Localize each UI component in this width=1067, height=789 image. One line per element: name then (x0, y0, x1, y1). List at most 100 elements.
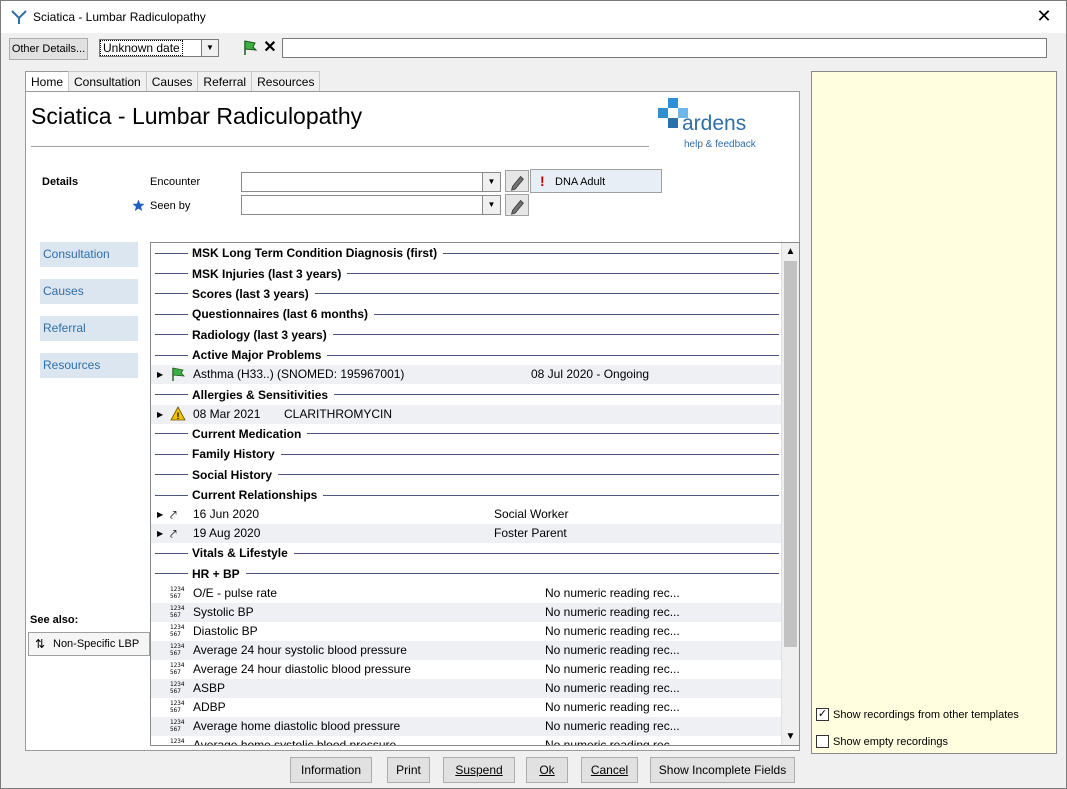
chevron-down-icon[interactable]: ▼ (482, 173, 500, 191)
ardens-logo[interactable]: ardens help & feedback (658, 98, 768, 154)
list-item[interactable]: ▶ ⤤ 19 Aug 2020 Foster Parent (151, 524, 781, 544)
window-title: Sciatica - Lumbar Radiculopathy (33, 10, 206, 24)
list-item[interactable]: 1234 567 Average home systolic blood pres… (151, 736, 781, 746)
seen-by-select[interactable]: ▼ (241, 195, 501, 215)
suspend-button[interactable]: Suspend (443, 757, 515, 783)
record-list[interactable]: MSK Long Term Condition Diagnosis (first… (150, 242, 800, 746)
numeric-value-icon: 1234 567 (170, 738, 185, 746)
date-select[interactable]: Unknown date ▼ (99, 39, 219, 57)
numeric-value-icon: 1234 567 (170, 719, 185, 734)
sidenav-referral[interactable]: Referral (40, 316, 138, 341)
relationship-role: Social Worker (494, 507, 569, 522)
print-button[interactable]: Print (387, 757, 430, 783)
sidenav-resources[interactable]: Resources (40, 353, 138, 378)
vital-value: No numeric reading rec... (545, 586, 680, 601)
section-header: Allergies & Sensitivities (151, 384, 781, 404)
link-arrows-icon: ⇅ (35, 637, 46, 651)
checkbox-checked-icon[interactable]: ✓ (816, 708, 829, 721)
non-specific-lbp-button[interactable]: ⇅ Non-Specific LBP (28, 632, 150, 656)
green-flag-icon (172, 367, 186, 382)
vital-name: Average 24 hour systolic blood pressure (193, 643, 407, 658)
expand-triangle-icon[interactable]: ▶ (157, 365, 163, 384)
relationship-date: 19 Aug 2020 (193, 526, 261, 541)
section-header: Vitals & Lifestyle (151, 543, 781, 563)
close-icon[interactable]: ✕ (1034, 6, 1054, 26)
green-flag-icon[interactable] (240, 38, 260, 58)
expand-triangle-icon[interactable]: ▶ (157, 505, 163, 524)
list-item[interactable]: 1234 567 Average 24 hour diastolic blood … (151, 660, 781, 679)
sidenav-causes[interactable]: Causes (40, 279, 138, 304)
help-feedback-link[interactable]: help & feedback (684, 139, 756, 150)
list-item[interactable]: ▶ ! 08 Mar 2021 CLARITHROMYCIN (151, 404, 781, 424)
clear-icon[interactable]: ✕ (261, 38, 279, 58)
list-item[interactable]: 1234 567 ADBP No numeric reading rec... (151, 698, 781, 717)
vital-name: Systolic BP (193, 605, 254, 620)
vital-value: No numeric reading rec... (545, 662, 680, 677)
app-logo-icon (11, 10, 27, 24)
tab-referral[interactable]: Referral (197, 71, 253, 92)
tab-causes[interactable]: Causes (145, 71, 199, 92)
vital-value: No numeric reading rec... (545, 605, 680, 620)
ok-button[interactable]: Ok (526, 757, 568, 783)
show-other-templates-label: Show recordings from other templates (833, 709, 1019, 721)
vertical-scrollbar[interactable]: ▲ ▼ (781, 243, 799, 745)
list-item[interactable]: ▶ ⤤ 16 Jun 2020 Social Worker (151, 505, 781, 524)
expand-triangle-icon[interactable]: ▶ (157, 524, 163, 543)
show-empty-recordings-label: Show empty recordings (833, 736, 948, 748)
numeric-value-icon: 1234 567 (170, 643, 185, 658)
list-item[interactable]: ▶ Asthma (H33..) (SNOMED: 195967001) 08 … (151, 365, 781, 385)
allergy-warning-icon: ! (170, 405, 186, 421)
list-item[interactable]: 1234 567 Systolic BP No numeric reading re… (151, 603, 781, 623)
cancel-button[interactable]: Cancel (581, 757, 638, 783)
section-header: MSK Long Term Condition Diagnosis (first… (151, 243, 781, 263)
relationship-icon: ⤤ (170, 527, 177, 542)
dialog-button-bar: Information Print Suspend Ok Cancel Show… (1, 753, 1066, 789)
list-item[interactable]: 1234 567 ASBP No numeric reading rec... (151, 679, 781, 699)
problem-date: 08 Jul 2020 - Ongoing (531, 367, 650, 382)
scroll-up-icon[interactable]: ▲ (782, 243, 799, 260)
tab-home[interactable]: Home (25, 71, 70, 93)
list-item[interactable]: 1234 567 Average home diastolic blood pre… (151, 717, 781, 737)
chevron-down-icon[interactable]: ▼ (201, 40, 218, 56)
star-icon (132, 199, 145, 211)
relationship-date: 16 Jun 2020 (193, 507, 260, 522)
sidenav-consultation[interactable]: Consultation (40, 242, 138, 267)
section-header: Questionnaires (last 6 months) (151, 304, 781, 324)
edit-pencil-icon[interactable] (505, 194, 529, 216)
section-header: Current Medication (151, 424, 781, 444)
chevron-down-icon[interactable]: ▼ (482, 196, 500, 214)
tab-resources[interactable]: Resources (251, 71, 321, 92)
show-incomplete-fields-button[interactable]: Show Incomplete Fields (650, 757, 795, 783)
section-header: Scores (last 3 years) (151, 284, 781, 304)
allergy-name: CLARITHROMYCIN (284, 406, 393, 421)
list-item[interactable]: 1234 567 Diastolic BP No numeric reading r… (151, 622, 781, 641)
tab-strip: Home Consultation Causes Referral Resour… (25, 71, 321, 93)
alert-icon: ! (540, 173, 545, 189)
toolbar: Other Details... Unknown date ▼ ✕ (1, 34, 1066, 62)
section-header: Active Major Problems (151, 345, 781, 365)
vital-name: Diastolic BP (193, 624, 258, 639)
relationship-icon: ⤤ (170, 508, 177, 523)
dna-adult-button[interactable]: ! DNA Adult (530, 169, 662, 193)
scroll-down-icon[interactable]: ▼ (782, 728, 799, 745)
other-details-button[interactable]: Other Details... (9, 38, 88, 60)
information-button[interactable]: Information (290, 757, 372, 783)
non-specific-lbp-label: Non-Specific LBP (53, 638, 140, 650)
scroll-thumb[interactable] (784, 261, 797, 647)
edit-pencil-icon[interactable] (505, 170, 529, 192)
vital-value: No numeric reading rec... (545, 643, 680, 658)
free-text-input[interactable] (282, 38, 1047, 58)
vital-value: No numeric reading rec... (545, 700, 680, 715)
vital-name: Average 24 hour diastolic blood pressure (193, 662, 411, 677)
checkbox-unchecked-icon[interactable] (816, 735, 829, 748)
relationship-role: Foster Parent (494, 526, 567, 541)
list-item[interactable]: 1234 567 O/E - pulse rate No numeric readi… (151, 584, 781, 603)
vital-value: No numeric reading rec... (545, 719, 680, 734)
encounter-select[interactable]: ▼ (241, 172, 501, 192)
see-also-label: See also: (30, 614, 79, 626)
vital-value: No numeric reading rec... (545, 681, 680, 696)
list-item[interactable]: 1234 567 Average 24 hour systolic blood p… (151, 641, 781, 661)
dialog-window: Sciatica - Lumbar Radiculopathy ✕ Other … (0, 0, 1067, 789)
expand-triangle-icon[interactable]: ▶ (157, 405, 163, 424)
tab-consultation[interactable]: Consultation (68, 71, 147, 92)
